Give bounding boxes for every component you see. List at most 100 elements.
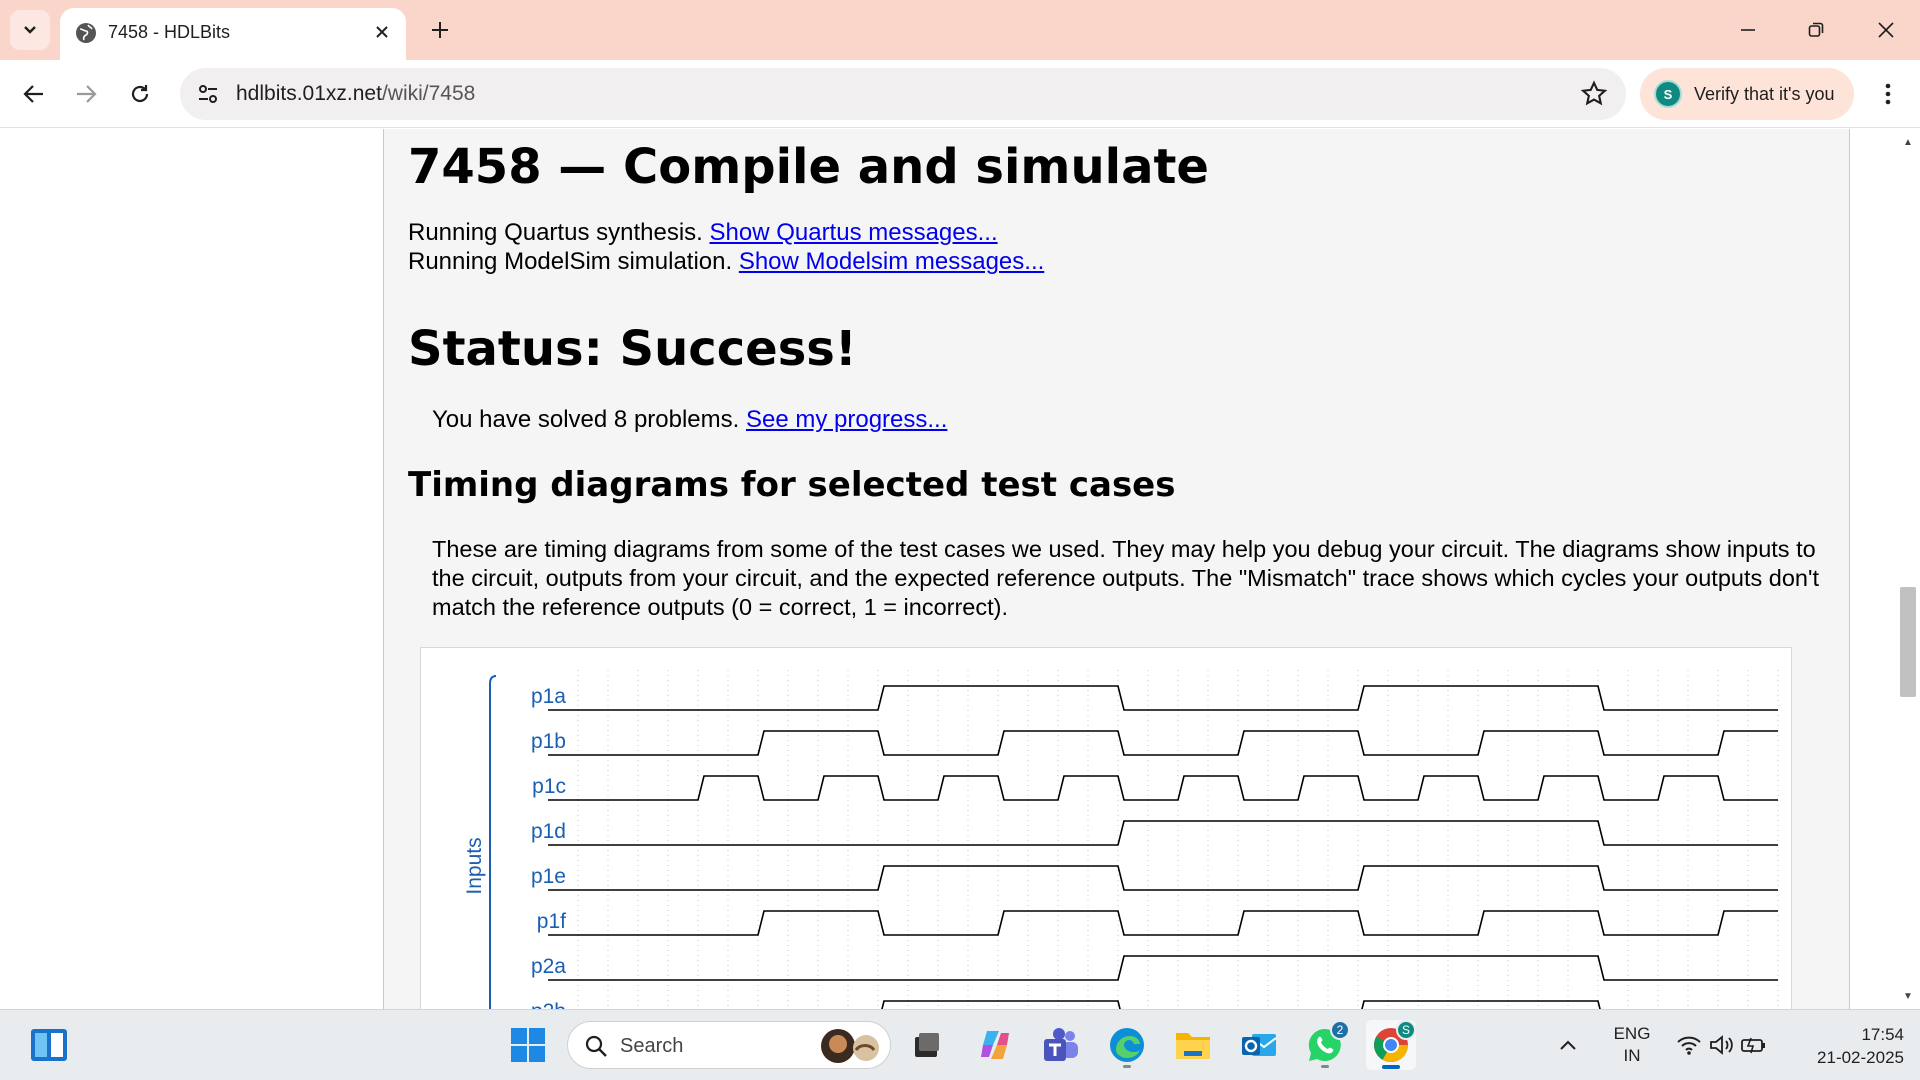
plus-icon [432,22,448,38]
signal-label-p1c: p1c [532,775,566,798]
clock-time: 17:54 [1861,1025,1904,1044]
url-path: /wiki/7458 [381,82,476,105]
back-button[interactable] [12,72,56,116]
status-heading: Status: Success! [408,321,857,377]
task-view-button[interactable] [902,1020,952,1070]
running-indicator [1321,1065,1329,1068]
outlook-button[interactable] [1234,1020,1284,1070]
clock[interactable]: 17:54 21-02-2025 [1790,1023,1904,1069]
waveform-p2b [881,1000,1601,1009]
scroll-down-arrow-icon[interactable]: ▼ [1901,989,1915,1003]
search-placeholder: Search [620,1035,684,1057]
scrollbar-thumb[interactable] [1900,587,1916,697]
tab-search-button[interactable] [10,10,50,50]
minimize-button[interactable] [1714,0,1782,60]
url-text[interactable]: hdlbits.01xz.net/wiki/7458 [236,82,475,106]
waveform-p2a [548,955,1778,981]
see-my-progress-link[interactable]: See my progress... [746,406,947,433]
close-icon [376,26,388,38]
copilot-icon [981,1031,1009,1059]
windows-logo-icon [511,1028,545,1062]
tab-strip: 7458 - HDLBits [0,0,1920,60]
avatar: S [1654,80,1682,108]
progress-text: You have solved 8 problems. [432,406,740,433]
active-indicator [1382,1065,1400,1069]
widgets-icon [31,1029,67,1061]
signal-label-p2a: p2a [531,955,566,978]
tab-title: 7458 - HDLBits [108,22,231,42]
search-icon [585,1035,607,1057]
search-highlight-icon [821,1029,879,1063]
address-bar[interactable]: hdlbits.01xz.net/wiki/7458 [180,68,1626,120]
show-hidden-icons-button[interactable] [1550,1020,1586,1070]
arrow-right-icon [77,85,97,103]
show-quartus-messages-link[interactable]: Show Quartus messages... [710,219,998,246]
page-title: 7458 — Compile and simulate [408,139,1209,195]
inputs-bracket [489,675,497,1009]
clock-date: 21-02-2025 [1817,1048,1904,1067]
signal-label-p1d: p1d [531,820,566,843]
folder-icon [1176,1033,1210,1059]
signal-label-p1f: p1f [537,910,566,933]
task-view-icon [915,1033,939,1057]
restore-button[interactable] [1782,0,1850,60]
whatsapp-button[interactable]: 2 [1300,1020,1350,1070]
chrome-button[interactable]: S [1366,1020,1416,1070]
timing-heading: Timing diagrams for selected test cases [408,465,1176,505]
whatsapp-notification-badge: 2 [1330,1020,1350,1040]
close-tab-button[interactable] [368,18,396,46]
minimize-icon [1741,29,1755,31]
chrome-profile-badge: S [1396,1020,1416,1040]
arrow-left-icon [23,85,43,103]
show-modelsim-messages-link[interactable]: Show Modelsim messages... [739,248,1044,275]
vertical-scrollbar[interactable]: ▲ ▼ [1896,129,1920,1009]
url-host: hdlbits.01xz.net [236,82,382,105]
waveform-p1f [548,910,1778,936]
restore-icon [1808,22,1824,37]
signal-label-p1b: p1b [531,730,566,753]
chevron-down-icon [24,26,36,34]
teams-icon [1044,1028,1078,1061]
profile-button[interactable]: S Verify that it's you [1640,68,1854,120]
quick-settings-button[interactable] [1670,1020,1774,1070]
close-icon [1878,22,1894,38]
new-tab-button[interactable] [422,12,458,48]
start-button[interactable] [503,1020,553,1070]
edge-icon [1110,1028,1144,1062]
site-settings-icon[interactable] [196,82,220,106]
taskbar-search-box[interactable]: Search [567,1021,891,1069]
language-indicator[interactable]: ENG IN [1600,1023,1664,1067]
file-explorer-button[interactable] [1168,1020,1218,1070]
bookmark-star-icon[interactable] [1580,80,1608,108]
modelsim-text: Running ModelSim simulation. [408,248,733,275]
close-window-button[interactable] [1852,0,1920,60]
timing-diagram: Inputs p1a p1b p1c p1d p1e p1f p2a p2b [420,647,1792,1009]
copilot-button[interactable] [970,1020,1020,1070]
wifi-icon [1677,1036,1701,1055]
teams-button[interactable] [1036,1020,1086,1070]
browser-menu-button[interactable] [1868,74,1908,114]
scroll-up-arrow-icon[interactable]: ▲ [1901,135,1915,149]
taskbar: Search 2 S ENG IN 17:54 21-02-2025 [0,1009,1920,1080]
chevron-up-icon [1560,1040,1576,1050]
waveform-p1e [548,865,1778,891]
timing-description: These are timing diagrams from some of t… [432,536,1820,620]
reload-button[interactable] [118,72,162,116]
outlook-icon [1242,1034,1277,1056]
waveform-p1c [548,775,1778,801]
language-line2: IN [1623,1046,1641,1065]
profile-label: Verify that it's you [1694,84,1835,104]
forward-button[interactable] [64,72,108,116]
battery-icon [1741,1037,1765,1054]
progress-line: You have solved 8 problems. See my progr… [432,406,947,434]
page-viewport: 7458 — Compile and simulate Running Quar… [0,129,1920,1009]
browser-tab[interactable]: 7458 - HDLBits [60,8,406,60]
waveform-p1a [548,685,1778,711]
widgets-button[interactable] [24,1020,74,1070]
signal-label-p1a: p1a [531,685,566,708]
signal-label-p1e: p1e [531,865,566,888]
edge-button[interactable] [1102,1020,1152,1070]
reload-icon [131,85,149,103]
volume-icon [1710,1035,1733,1055]
modelsim-line: Running ModelSim simulation. Show Models… [408,248,1044,276]
